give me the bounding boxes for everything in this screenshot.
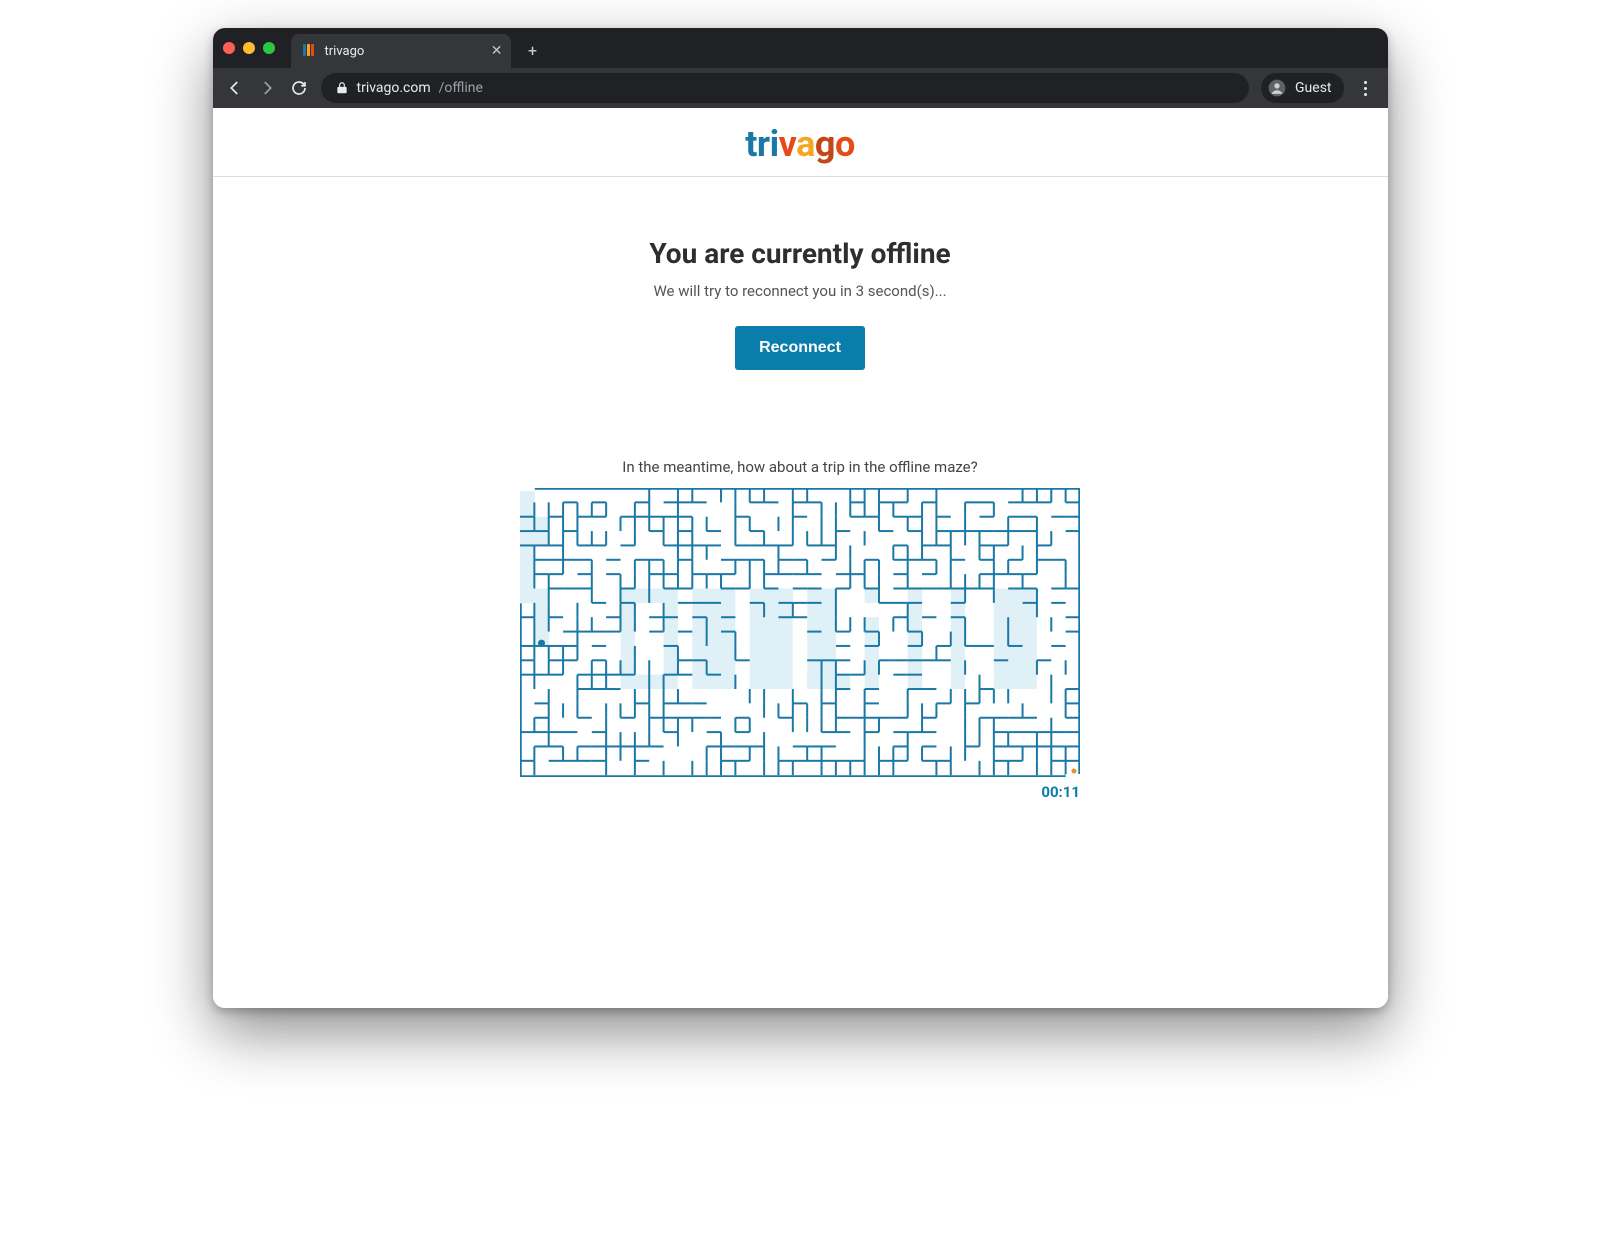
tab-trivago[interactable]: trivago ✕	[291, 34, 511, 68]
tab-title: trivago	[325, 44, 365, 59]
maximize-window-button[interactable]	[263, 42, 275, 54]
trivago-logo: trivago	[745, 126, 855, 162]
maze-wrap: 00:11	[520, 488, 1080, 777]
close-tab-icon[interactable]: ✕	[491, 44, 503, 58]
browser-menu-button[interactable]	[1356, 78, 1376, 98]
toolbar: trivago.com/offline Guest	[213, 68, 1388, 108]
tab-strip: trivago ✕ +	[213, 28, 1388, 68]
forward-button[interactable]	[257, 78, 277, 98]
reload-button[interactable]	[289, 78, 309, 98]
lock-icon	[335, 81, 349, 95]
minimize-window-button[interactable]	[243, 42, 255, 54]
page-subtitle: We will try to reconnect you in 3 second…	[480, 282, 1120, 300]
close-window-button[interactable]	[223, 42, 235, 54]
maze-lead: In the meantime, how about a trip in the…	[480, 458, 1120, 476]
url-host: trivago.com	[357, 80, 431, 96]
profile-guest-button[interactable]: Guest	[1261, 73, 1343, 103]
brand-header: trivago	[213, 108, 1388, 177]
browser-window: trivago ✕ + trivago.com/offline Guest	[213, 28, 1388, 1008]
back-button[interactable]	[225, 78, 245, 98]
page-content: trivago You are currently offline We wil…	[213, 108, 1388, 1008]
url-path: /offline	[439, 80, 483, 96]
address-bar[interactable]: trivago.com/offline	[321, 73, 1250, 103]
window-controls	[223, 28, 275, 68]
offline-page: You are currently offline We will try to…	[460, 177, 1140, 817]
profile-label: Guest	[1295, 80, 1331, 96]
person-icon	[1267, 78, 1287, 98]
offline-maze[interactable]	[520, 488, 1080, 777]
favicon-trivago	[303, 44, 317, 58]
new-tab-button[interactable]: +	[521, 38, 545, 62]
reconnect-button[interactable]: Reconnect	[735, 326, 865, 370]
page-title: You are currently offline	[480, 237, 1120, 270]
maze-timer: 00:11	[1041, 783, 1080, 801]
